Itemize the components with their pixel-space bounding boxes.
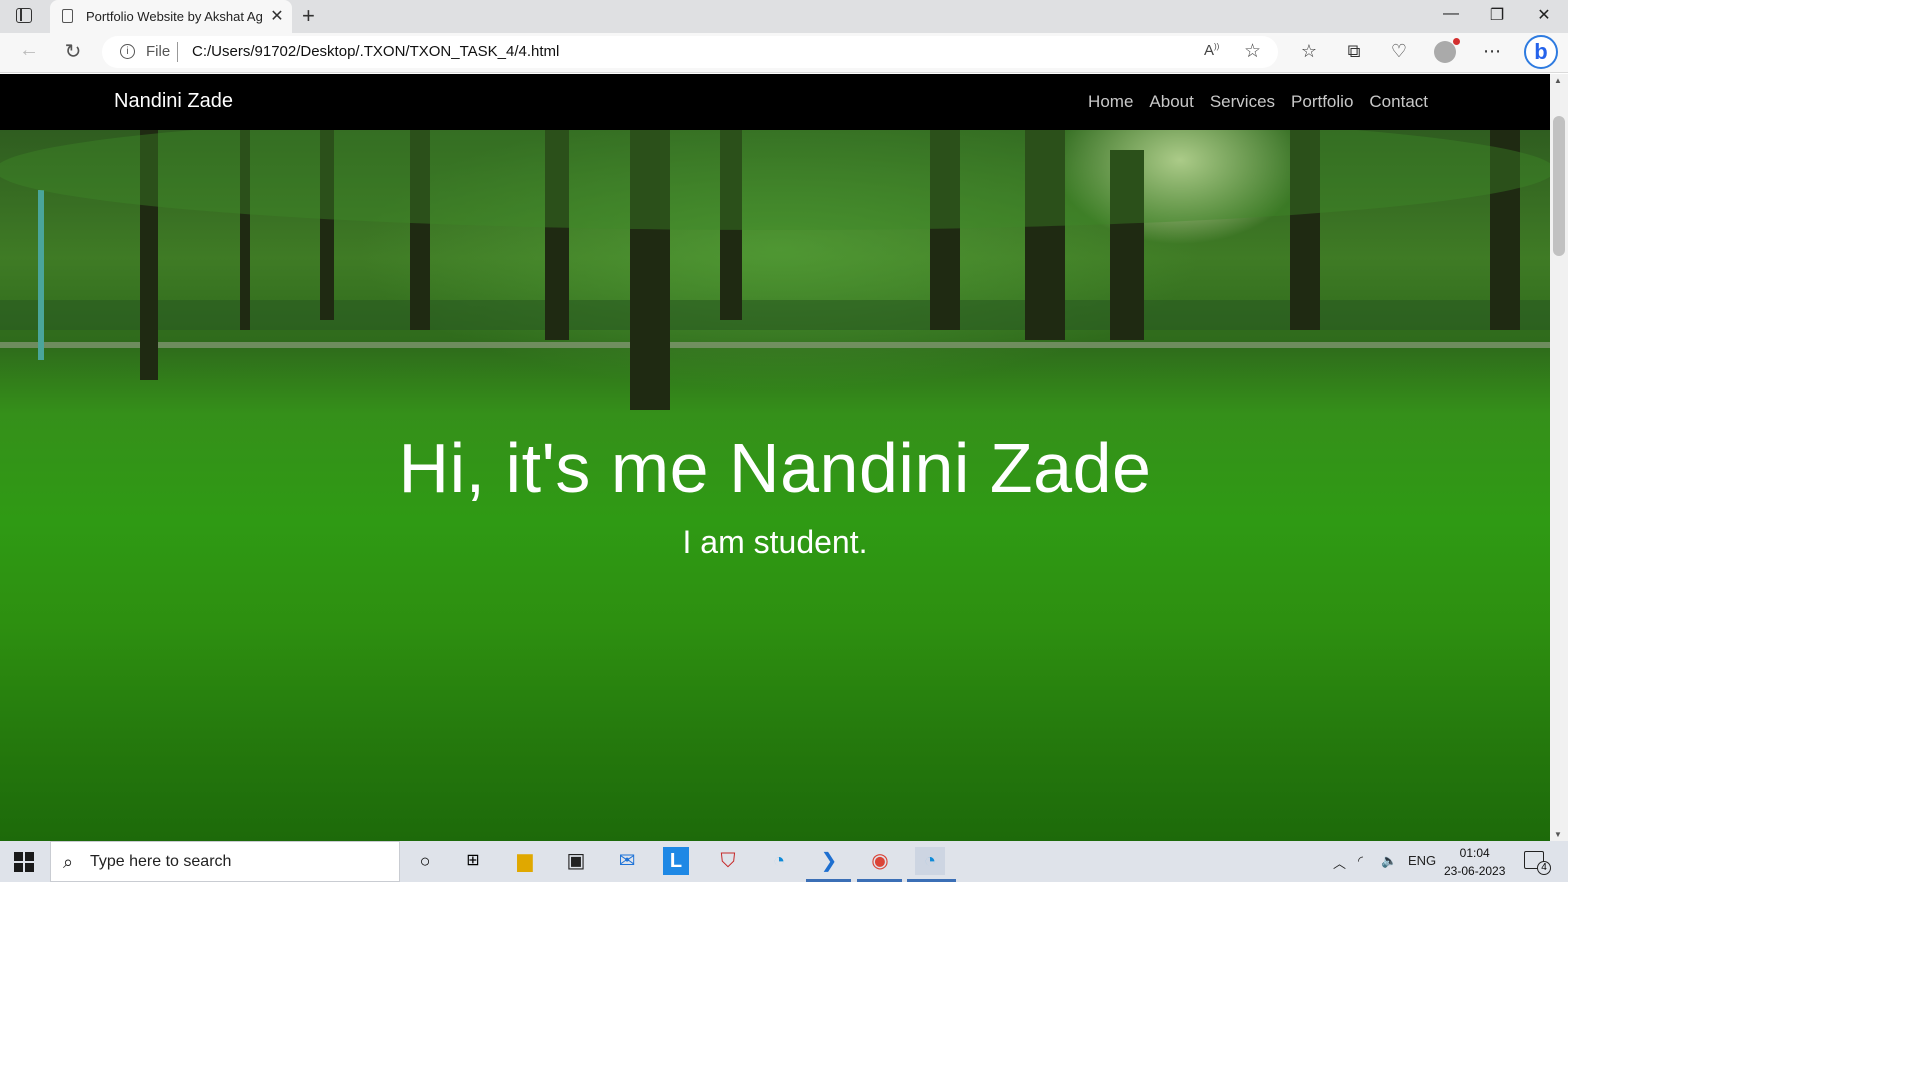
network-icon[interactable]: ◜ — [1358, 853, 1363, 869]
divider — [177, 42, 178, 62]
clock-date: 23-06-2023 — [1444, 864, 1506, 878]
hero-section: Hi, it's me Nandini Zade I am student. — [0, 130, 1550, 841]
browser-tab-bar: Portfolio Website by Akshat Agrawal ✕ + … — [0, 0, 1568, 33]
task-view-icon[interactable]: ⊞ — [458, 847, 488, 875]
file-explorer-icon[interactable]: ▆ — [510, 847, 540, 875]
search-placeholder: Type here to search — [90, 853, 232, 870]
nav-link-contact[interactable]: Contact — [1369, 92, 1428, 112]
back-button[interactable]: ← — [14, 39, 44, 62]
refresh-button[interactable]: ↻ — [58, 39, 88, 64]
active-app-indicator — [907, 879, 956, 882]
address-bar[interactable]: i File C:/Users/91702/Desktop/.TXON/TXON… — [102, 36, 1278, 68]
park-background-image — [0, 130, 1550, 410]
nav-link-services[interactable]: Services — [1210, 92, 1275, 112]
nav-link-about[interactable]: About — [1149, 92, 1193, 112]
restore-button[interactable]: ❐ — [1482, 5, 1512, 25]
url-text[interactable]: C:/Users/91702/Desktop/.TXON/TXON_TASK_4… — [192, 43, 559, 60]
notification-center-icon[interactable]: 4 — [1524, 851, 1551, 875]
cortana-icon[interactable]: ○ — [410, 847, 440, 875]
site-brand[interactable]: Nandini Zade — [114, 90, 233, 113]
address-toolbar: ← ↻ i File C:/Users/91702/Desktop/.TXON/… — [0, 33, 1568, 73]
close-window-button[interactable]: ✕ — [1529, 5, 1559, 25]
edge-icon[interactable]: ◔ — [764, 847, 794, 875]
active-app-indicator — [857, 879, 902, 882]
mail-icon[interactable]: ✉ — [612, 847, 642, 875]
volume-icon[interactable]: 🔈 — [1381, 853, 1397, 869]
windows-taskbar: ⌕ Type here to search ○ ⊞ ▆ ▣ ✉ L ⛉ ◔ ❯ … — [0, 841, 1568, 882]
windows-start-icon[interactable] — [14, 852, 34, 872]
new-tab-button[interactable]: + — [302, 3, 315, 29]
chrome-icon[interactable]: ◉ — [865, 847, 895, 875]
nav-menu: Home About Services Portfolio Contact — [1088, 92, 1428, 112]
taskbar-search-box[interactable]: ⌕ Type here to search — [50, 841, 400, 882]
search-icon: ⌕ — [63, 852, 74, 872]
clock-time: 01:04 — [1459, 846, 1490, 860]
bing-copilot-icon[interactable]: b — [1524, 35, 1558, 69]
site-navbar: Nandini Zade Home About Services Portfol… — [0, 74, 1550, 130]
mcafee-icon[interactable]: ⛉ — [713, 847, 743, 875]
info-icon[interactable]: i — [120, 44, 135, 59]
page-icon — [62, 9, 73, 23]
clock[interactable]: 01:04 23-06-2023 — [1444, 844, 1505, 880]
sidebar-toggle-icon[interactable] — [16, 8, 32, 23]
microsoft-store-icon[interactable]: ▣ — [561, 847, 591, 875]
vertical-scrollbar[interactable]: ▲ ▼ — [1550, 74, 1568, 841]
read-aloud-icon[interactable]: A)) — [1204, 42, 1219, 59]
hero-subtitle: I am student. — [682, 524, 868, 560]
favorites-icon[interactable]: ☆ — [1296, 41, 1322, 62]
close-tab-icon[interactable]: ✕ — [268, 6, 286, 26]
vscode-icon[interactable]: ❯ — [814, 847, 844, 875]
tab-title: Portfolio Website by Akshat Agrawal — [86, 9, 262, 24]
web-page: Nandini Zade Home About Services Portfol… — [0, 74, 1550, 841]
browser-tab[interactable]: Portfolio Website by Akshat Agrawal ✕ — [50, 0, 292, 33]
notification-count: 4 — [1537, 861, 1551, 875]
minimize-button[interactable]: — — [1436, 5, 1466, 23]
scroll-up-icon[interactable]: ▲ — [1554, 76, 1562, 85]
hero-title: Hi, it's me Nandini Zade — [398, 429, 1152, 507]
profile-avatar[interactable] — [1434, 38, 1460, 63]
language-indicator[interactable]: ENG — [1408, 853, 1436, 868]
show-hidden-icons-icon[interactable]: ︿ — [1333, 853, 1346, 872]
collections-icon[interactable]: ⧉ — [1341, 41, 1367, 62]
favorite-star-icon[interactable]: ☆ — [1244, 40, 1261, 63]
active-app-indicator — [806, 879, 851, 882]
nav-link-home[interactable]: Home — [1088, 92, 1133, 112]
scrollbar-thumb[interactable] — [1553, 116, 1565, 256]
scroll-down-icon[interactable]: ▼ — [1554, 830, 1562, 839]
edge-active-icon[interactable]: ◔ — [915, 847, 945, 875]
url-scheme-label: File — [146, 43, 171, 60]
nav-link-portfolio[interactable]: Portfolio — [1291, 92, 1353, 112]
browser-essentials-icon[interactable]: ♡ — [1386, 41, 1412, 62]
app-l-icon[interactable]: L — [663, 847, 689, 875]
more-options-icon[interactable]: ⋯ — [1479, 41, 1505, 62]
